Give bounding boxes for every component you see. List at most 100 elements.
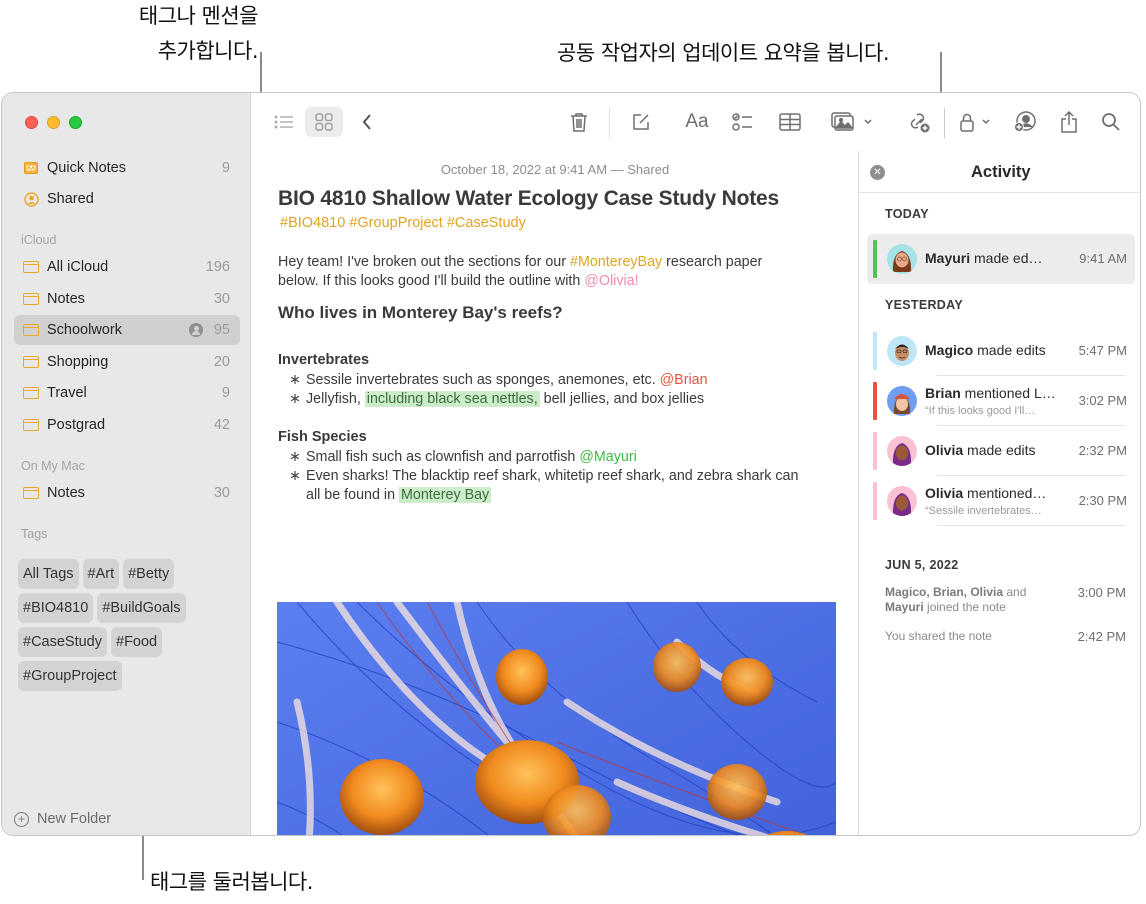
section-header-on-my-mac: On My Mac bbox=[21, 459, 85, 473]
bullet-icon: ∗ bbox=[289, 449, 301, 465]
lock-button[interactable] bbox=[955, 107, 995, 137]
sidebar-item-shopping[interactable]: Shopping 20 bbox=[14, 347, 240, 377]
compose-icon bbox=[633, 114, 649, 130]
checklist-icon bbox=[732, 113, 752, 131]
jellyfish-photo[interactable] bbox=[277, 602, 836, 835]
sidebar-item-mac-notes[interactable]: Notes 30 bbox=[14, 478, 240, 508]
share-icon bbox=[1061, 111, 1077, 133]
compose-button[interactable] bbox=[628, 107, 654, 137]
tag-casestudy[interactable]: #CaseStudy bbox=[18, 627, 107, 657]
callout-browse-tags: 태그를 둘러봅니다. bbox=[150, 870, 313, 894]
window-controls bbox=[25, 116, 82, 129]
sidebar-item-shared[interactable]: Shared bbox=[14, 184, 240, 214]
folder-icon bbox=[22, 292, 40, 306]
activity-item[interactable]: Brian mentioned L… “If this looks good I… bbox=[867, 376, 1135, 426]
activity-time: 5:47 PM bbox=[1078, 343, 1127, 358]
note-editor[interactable]: October 18, 2022 at 9:41 AM — Shared BIO… bbox=[252, 151, 858, 835]
activity-excerpt: “If this looks good I'll… bbox=[925, 405, 1036, 417]
sidebar-item-notes[interactable]: Notes 30 bbox=[14, 284, 240, 314]
note-count: 42 bbox=[213, 417, 230, 433]
media-button[interactable] bbox=[828, 107, 876, 137]
table-button[interactable] bbox=[777, 107, 803, 137]
notes-window: Quick Notes 9 Shared iCloud All iCloud 1… bbox=[1, 92, 1141, 836]
format-button[interactable]: Aa bbox=[682, 107, 712, 137]
note-count: 30 bbox=[213, 291, 230, 307]
sidebar-item-postgrad[interactable]: Postgrad 42 bbox=[14, 410, 240, 440]
sidebar-item-schoolwork[interactable]: Schoolwork 95 bbox=[14, 315, 240, 345]
gallery-view-button[interactable] bbox=[305, 107, 343, 137]
sidebar-item-quick-notes[interactable]: Quick Notes 9 bbox=[14, 153, 240, 183]
avatar-olivia bbox=[887, 486, 917, 516]
activity-text: Olivia mentioned… bbox=[925, 485, 1065, 501]
activity-header: ✕ Activity bbox=[859, 151, 1140, 193]
gallery-view-icon bbox=[315, 113, 333, 131]
new-folder-button[interactable]: + New Folder bbox=[14, 811, 111, 827]
sidebar: Quick Notes 9 Shared iCloud All iCloud 1… bbox=[2, 93, 251, 835]
activity-item[interactable]: Olivia made edits 2:32 PM bbox=[867, 426, 1135, 476]
subheading-invertebrates: Invertebrates bbox=[278, 352, 370, 368]
new-folder-label: New Folder bbox=[37, 811, 112, 827]
tag-all-tags[interactable]: All Tags bbox=[18, 559, 79, 589]
activity-time: 2:32 PM bbox=[1078, 443, 1127, 458]
close-window-button[interactable] bbox=[25, 116, 38, 129]
back-button[interactable] bbox=[355, 107, 379, 137]
folder-icon bbox=[22, 260, 40, 274]
minimize-window-button[interactable] bbox=[47, 116, 60, 129]
sidebar-item-all-icloud[interactable]: All iCloud 196 bbox=[14, 252, 240, 282]
activity-item[interactable]: Olivia mentioned… “Sessile invertebrates… bbox=[867, 476, 1135, 526]
callout-activity-summary: 공동 작업자의 업데이트 요약을 봅니다. bbox=[557, 41, 890, 65]
collaborate-button[interactable] bbox=[905, 107, 933, 137]
section-header-icloud: iCloud bbox=[21, 233, 57, 247]
tag-buildgoals[interactable]: #BuildGoals bbox=[97, 593, 186, 623]
collaborator-color-bar bbox=[873, 482, 877, 520]
tag-betty[interactable]: #Betty bbox=[123, 559, 175, 589]
collaborator-name: Mayuri bbox=[885, 600, 924, 614]
collaborator-name: Magico bbox=[925, 342, 974, 358]
sidebar-item-label: Travel bbox=[47, 385, 87, 401]
tag-bio4810[interactable]: #BIO4810 bbox=[18, 593, 94, 623]
activity-time: 9:41 AM bbox=[1079, 251, 1127, 266]
collaborator-name: Olivia bbox=[925, 442, 964, 458]
section-today: TODAY bbox=[885, 207, 929, 221]
activity-item[interactable]: Mayuri made ed… 9:41 AM bbox=[867, 234, 1135, 284]
delete-button[interactable] bbox=[566, 107, 592, 137]
activity-time: 3:02 PM bbox=[1078, 393, 1127, 408]
section-header-tags: Tags bbox=[21, 527, 48, 541]
callout-add-tags-mentions: 태그나 멘션을 추가합니다. bbox=[118, 0, 259, 67]
activity-excerpt: “Sessile invertebrates… bbox=[925, 505, 1042, 517]
bullet-icon: ∗ bbox=[289, 468, 301, 484]
activity-action: mentioned… bbox=[963, 485, 1047, 501]
add-people-button[interactable] bbox=[1011, 107, 1039, 137]
collaborator-names: Magico, Brian, Olivia bbox=[885, 585, 1004, 599]
tag-groupproject[interactable]: #GroupProject bbox=[18, 661, 122, 691]
shared-person-icon bbox=[23, 191, 39, 207]
checklist-button[interactable] bbox=[730, 107, 756, 137]
text-run: Hey team! I've broken out the sections f… bbox=[278, 254, 570, 270]
section-yesterday: YESTERDAY bbox=[885, 298, 963, 312]
mention-olivia[interactable]: @Olivia! bbox=[584, 273, 638, 289]
folder-icon bbox=[22, 486, 40, 500]
folder-icon bbox=[22, 355, 40, 369]
list-view-button[interactable] bbox=[270, 107, 298, 137]
tag-food[interactable]: #Food bbox=[111, 627, 163, 657]
activity-text: Brian mentioned L… bbox=[925, 385, 1065, 401]
close-activity-button[interactable]: ✕ bbox=[870, 165, 885, 180]
mention-brian[interactable]: @Brian bbox=[660, 372, 708, 388]
quick-notes-icon bbox=[23, 161, 39, 175]
note-count: 9 bbox=[221, 160, 230, 176]
zoom-window-button[interactable] bbox=[69, 116, 82, 129]
sidebar-item-travel[interactable]: Travel 9 bbox=[14, 378, 240, 408]
share-button[interactable] bbox=[1056, 107, 1082, 137]
search-button[interactable] bbox=[1098, 107, 1124, 137]
activity-text: Mayuri made ed… bbox=[925, 250, 1065, 266]
collaborator-color-bar bbox=[873, 432, 877, 470]
activity-item[interactable]: Magico made edits 5:47 PM bbox=[867, 326, 1135, 376]
media-icon bbox=[831, 112, 854, 131]
collaborator-color-bar bbox=[873, 332, 877, 370]
tag-art[interactable]: #Art bbox=[82, 559, 120, 589]
chevron-down-icon bbox=[982, 119, 990, 125]
collaborator-color-bar bbox=[873, 240, 877, 278]
mention-mayuri[interactable]: @Mayuri bbox=[579, 449, 636, 465]
hashtag-montereybay[interactable]: #MontereyBay bbox=[570, 254, 662, 270]
activity-title: Activity bbox=[971, 163, 1031, 181]
